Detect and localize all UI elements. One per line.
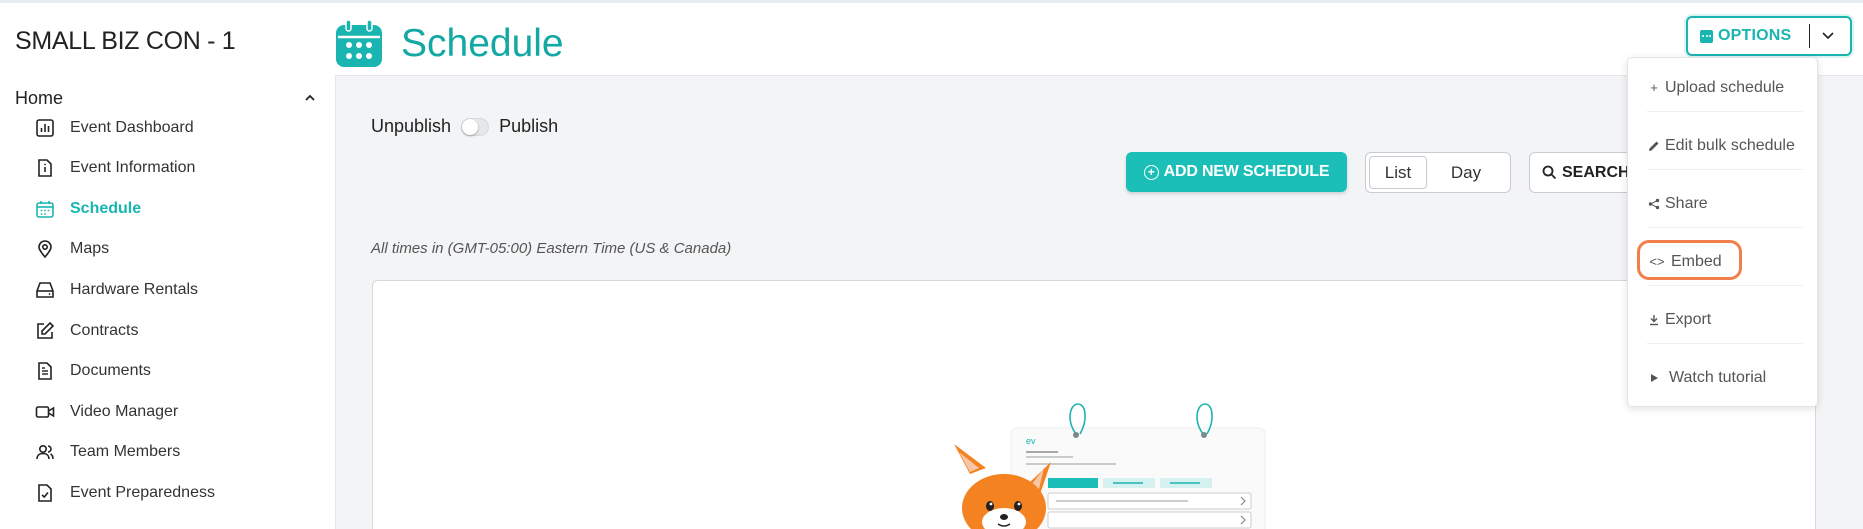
- sidebar-item-event-preparedness[interactable]: Event Preparedness: [34, 478, 324, 508]
- sidebar-section-label: Home: [15, 87, 64, 108]
- sidebar-item-documents[interactable]: Documents: [34, 356, 324, 386]
- publish-toggle[interactable]: [461, 117, 490, 136]
- checklist-document-icon: [34, 482, 56, 504]
- search-icon: [1542, 165, 1557, 180]
- more-dots-icon: [1700, 29, 1713, 43]
- menu-item-label: Embed: [1671, 252, 1722, 270]
- sidebar-item-label: Event Information: [70, 159, 196, 176]
- view-day-option[interactable]: Day: [1427, 156, 1505, 189]
- event-name: SMALL BIZ CON - 1: [15, 27, 236, 55]
- sidebar-item-label: Event Dashboard: [70, 119, 194, 136]
- sidebar-item-maps[interactable]: Maps: [34, 234, 324, 264]
- pencil-icon: [1647, 140, 1661, 152]
- options-button[interactable]: OPTIONS: [1686, 16, 1852, 56]
- sidebar-item-hardware-rentals[interactable]: Hardware Rentals: [34, 275, 324, 305]
- sidebar-item-label: Documents: [70, 362, 151, 379]
- play-icon: [1647, 373, 1661, 383]
- sidebar-section-home[interactable]: Home: [15, 85, 317, 111]
- hard-drive-icon: [34, 279, 56, 301]
- sidebar-item-label: Schedule: [70, 200, 142, 217]
- search-label: SEARCH: [1562, 163, 1630, 181]
- menu-item-label: Export: [1665, 310, 1712, 328]
- timezone-note: All times in (GMT-05:00) Eastern Time (U…: [371, 240, 732, 257]
- plus-circle-icon: +: [1143, 164, 1159, 180]
- sidebar-item-event-information[interactable]: Event Information: [34, 153, 324, 183]
- users-icon: [34, 441, 56, 463]
- sidebar-item-label: Maps: [70, 240, 110, 257]
- view-list-option[interactable]: List: [1369, 156, 1427, 189]
- chevron-up-icon: [305, 94, 315, 101]
- code-icon: <>: [1649, 254, 1665, 269]
- sidebar-item-team-members[interactable]: Team Members: [34, 437, 324, 467]
- illustration-ev-label: ev: [1026, 436, 1036, 446]
- plus-icon: +: [1650, 80, 1658, 95]
- search-button[interactable]: SEARCH: [1529, 152, 1639, 193]
- info-document-icon: [34, 157, 56, 179]
- menu-item-edit-bulk-schedule[interactable]: Edit bulk schedule: [1647, 122, 1803, 170]
- menu-item-share[interactable]: Share: [1647, 180, 1803, 228]
- menu-item-label: Edit bulk schedule: [1665, 136, 1795, 154]
- calendar-icon: [34, 198, 56, 220]
- document-icon: [34, 360, 56, 382]
- page-title: Schedule: [401, 22, 564, 65]
- sidebar-item-label: Video Manager: [70, 403, 179, 420]
- edit-square-icon: [34, 320, 56, 342]
- sidebar-item-label: Contracts: [70, 322, 139, 339]
- publish-label: Publish: [499, 116, 559, 136]
- unpublish-label: Unpublish: [371, 116, 452, 136]
- map-pin-icon: [34, 238, 56, 260]
- add-new-schedule-label: ADD NEW SCHEDULE: [1163, 163, 1330, 180]
- sidebar-item-label: Hardware Rentals: [70, 281, 199, 298]
- options-label: OPTIONS: [1718, 27, 1792, 44]
- view-toggle: List Day: [1365, 152, 1511, 193]
- options-dropdown-menu: + Upload schedule Edit bulk schedule Sha…: [1627, 57, 1818, 407]
- menu-item-watch-tutorial[interactable]: Watch tutorial: [1647, 354, 1803, 402]
- sidebar-item-event-dashboard[interactable]: Event Dashboard: [34, 113, 324, 143]
- menu-item-label: Upload schedule: [1665, 78, 1785, 96]
- sidebar-item-video-manager[interactable]: Video Manager: [34, 397, 324, 427]
- menu-item-label: Watch tutorial: [1669, 369, 1767, 386]
- menu-item-upload-schedule[interactable]: + Upload schedule: [1647, 64, 1803, 112]
- bar-chart-icon: [34, 117, 56, 139]
- share-icon: [1647, 198, 1661, 210]
- sidebar-item-label: Event Preparedness: [70, 484, 215, 501]
- schedule-header-icon: [336, 19, 382, 67]
- chevron-down-icon[interactable]: [1820, 29, 1836, 43]
- video-camera-icon: [34, 401, 56, 423]
- download-icon: [1647, 314, 1661, 326]
- sidebar-item-schedule[interactable]: Schedule: [34, 194, 324, 224]
- menu-item-embed[interactable]: <> Embed: [1647, 238, 1803, 286]
- sidebar-item-contracts[interactable]: Contracts: [34, 316, 324, 346]
- sidebar-item-label: Team Members: [70, 443, 181, 460]
- options-divider: [1809, 24, 1810, 48]
- menu-item-export[interactable]: Export: [1647, 296, 1803, 344]
- empty-state-illustration: ev: [954, 403, 1266, 529]
- publish-toggle-row: Unpublish Publish: [371, 116, 558, 137]
- add-new-schedule-button[interactable]: + ADD NEW SCHEDULE: [1126, 152, 1347, 192]
- menu-item-label: Share: [1665, 194, 1708, 212]
